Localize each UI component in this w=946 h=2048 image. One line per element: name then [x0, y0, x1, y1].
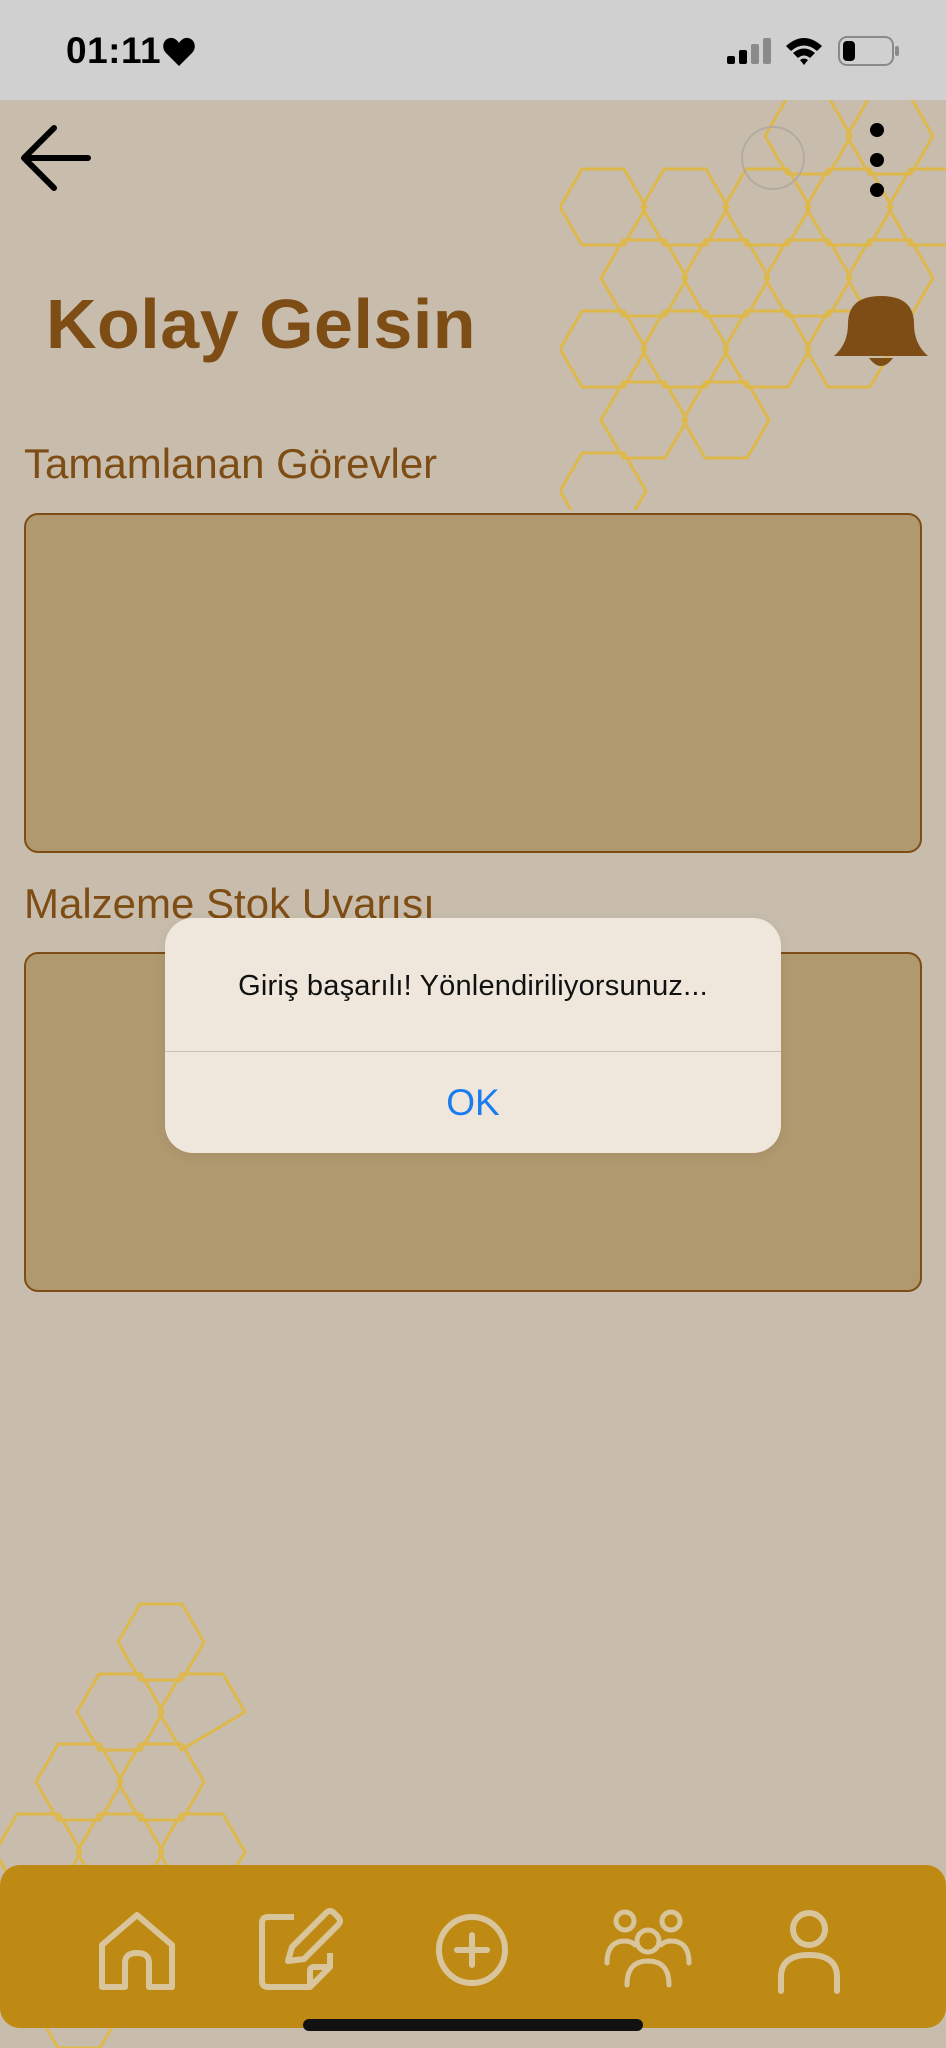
nav-home-button[interactable]: [92, 1905, 182, 1995]
nav-add-button[interactable]: [427, 1905, 517, 1995]
home-indicator: [303, 2019, 643, 2031]
page-title: Kolay Gelsin: [46, 285, 477, 363]
ok-button[interactable]: OK: [165, 1052, 781, 1153]
status-bar: 01:11: [0, 0, 946, 100]
home-icon: [99, 1912, 175, 1990]
completed-tasks-label: Tamamlanan Görevler: [24, 440, 438, 487]
heart-icon: [163, 37, 195, 66]
more-vertical-icon[interactable]: [862, 120, 892, 200]
bell-icon[interactable]: [826, 294, 936, 374]
cellular-signal-icon: [727, 38, 771, 64]
nav-group-button[interactable]: [603, 1905, 693, 1995]
nav-profile-button[interactable]: [764, 1905, 854, 1995]
more-dot: [870, 183, 884, 197]
alert-dialog: Giriş başarılı! Yönlendiriliyorsunuz... …: [165, 918, 781, 1153]
add-circle-icon: [436, 1914, 508, 1986]
profile-icon: [778, 1910, 840, 1994]
battery-icon: [838, 36, 899, 66]
wifi-icon: [786, 38, 822, 65]
more-dot: [870, 123, 884, 137]
back-arrow-icon[interactable]: [18, 120, 98, 196]
completed-tasks-card: [24, 513, 922, 853]
nav-edit-button[interactable]: [254, 1905, 344, 1995]
avatar-circle[interactable]: [741, 126, 805, 190]
alert-message: Giriş başarılı! Yönlendiriliyorsunuz...: [238, 970, 708, 1002]
group-icon: [604, 1909, 692, 1988]
more-dot: [870, 153, 884, 167]
status-time: 01:11: [66, 30, 162, 71]
edit-note-icon: [259, 1908, 343, 1990]
bottom-navigation: [0, 1865, 946, 2028]
